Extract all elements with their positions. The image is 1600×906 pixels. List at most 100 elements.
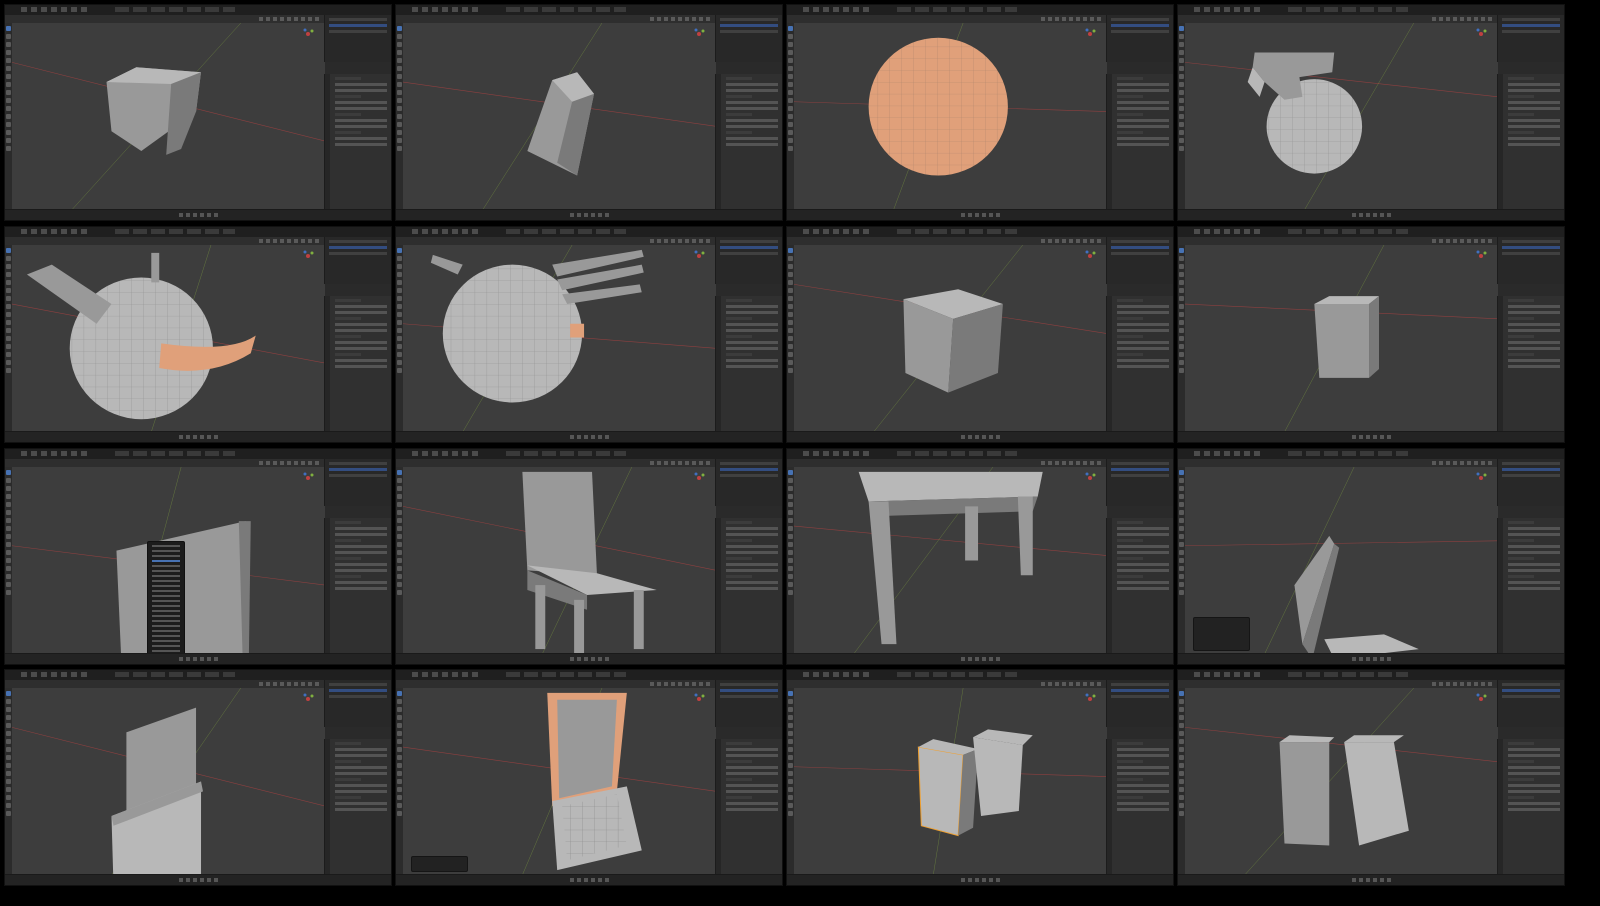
tool-icon[interactable] [1179, 288, 1184, 293]
tool-icon[interactable] [1179, 146, 1184, 151]
context-menu-item[interactable] [152, 645, 180, 647]
properties-panel[interactable] [324, 73, 391, 210]
property-field[interactable] [335, 124, 387, 128]
property-field[interactable] [1117, 142, 1169, 146]
properties-panel[interactable] [1106, 517, 1173, 654]
tool-icon[interactable] [1179, 248, 1184, 253]
property-field[interactable] [726, 771, 778, 775]
tool-icon[interactable] [1179, 566, 1184, 571]
properties-panel[interactable] [715, 73, 782, 210]
tool-icon[interactable] [397, 502, 402, 507]
property-field[interactable] [335, 346, 387, 350]
tool-icon[interactable] [397, 256, 402, 261]
property-field[interactable] [726, 142, 778, 146]
tool-icon[interactable] [397, 122, 402, 127]
property-field[interactable] [726, 88, 778, 92]
property-field[interactable] [726, 783, 778, 787]
tool-icon[interactable] [788, 771, 793, 776]
outliner-panel[interactable] [1106, 237, 1173, 285]
property-field[interactable] [1508, 118, 1560, 122]
tool-icon[interactable] [6, 114, 11, 119]
3d-viewport[interactable] [403, 23, 717, 210]
outliner-row[interactable] [720, 683, 778, 686]
tool-icon[interactable] [1179, 779, 1184, 784]
timeline-bar[interactable] [787, 653, 1173, 664]
tool-icon[interactable] [1179, 811, 1184, 816]
properties-tabs[interactable] [1498, 73, 1504, 210]
tool-icon[interactable] [1179, 74, 1184, 79]
property-field[interactable] [726, 328, 778, 332]
timeline-bar[interactable] [787, 209, 1173, 220]
tool-icon[interactable] [6, 502, 11, 507]
tool-icon[interactable] [397, 50, 402, 55]
tool-icon[interactable] [6, 130, 11, 135]
tool-icon[interactable] [1179, 138, 1184, 143]
navigation-gizmo-icon[interactable] [1474, 27, 1488, 41]
tool-icon[interactable] [788, 336, 793, 341]
property-field[interactable] [335, 807, 387, 811]
3d-viewport[interactable] [1185, 23, 1499, 210]
tool-icon[interactable] [397, 590, 402, 595]
tool-icon[interactable] [6, 731, 11, 736]
tool-icon[interactable] [788, 763, 793, 768]
tool-icon[interactable] [397, 582, 402, 587]
property-field[interactable] [335, 118, 387, 122]
properties-tabs[interactable] [1107, 738, 1113, 875]
tool-icon[interactable] [397, 130, 402, 135]
tool-icon[interactable] [6, 558, 11, 563]
3d-viewport[interactable] [1185, 467, 1499, 654]
tool-icon[interactable] [397, 526, 402, 531]
tool-icon[interactable] [6, 296, 11, 301]
playback-controls[interactable] [569, 213, 610, 217]
outliner-row[interactable] [1111, 683, 1169, 686]
outliner-panel[interactable] [715, 680, 782, 728]
property-field[interactable] [335, 526, 387, 530]
property-field[interactable] [1508, 747, 1560, 751]
playback-controls[interactable] [960, 878, 1001, 882]
outliner-row-selected[interactable] [329, 468, 387, 471]
property-field[interactable] [1508, 136, 1560, 140]
property-field[interactable] [726, 304, 778, 308]
outliner-row-selected[interactable] [1502, 246, 1560, 249]
3d-viewport[interactable] [794, 688, 1108, 875]
property-field[interactable] [335, 304, 387, 308]
property-field[interactable] [1117, 82, 1169, 86]
playback-controls[interactable] [1351, 878, 1392, 882]
tool-icon[interactable] [6, 574, 11, 579]
properties-tabs[interactable] [1498, 295, 1504, 432]
outliner-row[interactable] [720, 462, 778, 465]
tool-icon[interactable] [788, 264, 793, 269]
outliner-row-selected[interactable] [720, 246, 778, 249]
outliner-panel[interactable] [324, 237, 391, 285]
context-menu-item[interactable] [152, 595, 180, 597]
viewport-canvas[interactable] [1185, 688, 1499, 875]
tool-icon[interactable] [397, 691, 402, 696]
playback-controls[interactable] [1351, 213, 1392, 217]
property-field[interactable] [1508, 124, 1560, 128]
context-menu-item[interactable] [152, 605, 180, 607]
viewport-canvas[interactable] [12, 245, 326, 432]
tool-icon[interactable] [397, 360, 402, 365]
tool-icon[interactable] [6, 470, 11, 475]
property-field[interactable] [335, 136, 387, 140]
tool-icon[interactable] [397, 98, 402, 103]
properties-tabs[interactable] [325, 295, 331, 432]
tool-icon[interactable] [397, 264, 402, 269]
navigation-gizmo-icon[interactable] [301, 471, 315, 485]
context-menu-item[interactable] [152, 560, 180, 562]
property-field[interactable] [335, 568, 387, 572]
tool-icon[interactable] [397, 510, 402, 515]
property-field[interactable] [726, 118, 778, 122]
outliner-row[interactable] [720, 474, 778, 477]
property-field[interactable] [1117, 310, 1169, 314]
property-field[interactable] [335, 82, 387, 86]
navigation-gizmo-icon[interactable] [301, 692, 315, 706]
tool-icon[interactable] [6, 320, 11, 325]
tool-icon[interactable] [397, 272, 402, 277]
property-field[interactable] [1117, 526, 1169, 530]
tool-icon[interactable] [788, 478, 793, 483]
tool-icon[interactable] [397, 771, 402, 776]
tool-icon[interactable] [788, 691, 793, 696]
property-field[interactable] [1508, 346, 1560, 350]
property-field[interactable] [1508, 364, 1560, 368]
